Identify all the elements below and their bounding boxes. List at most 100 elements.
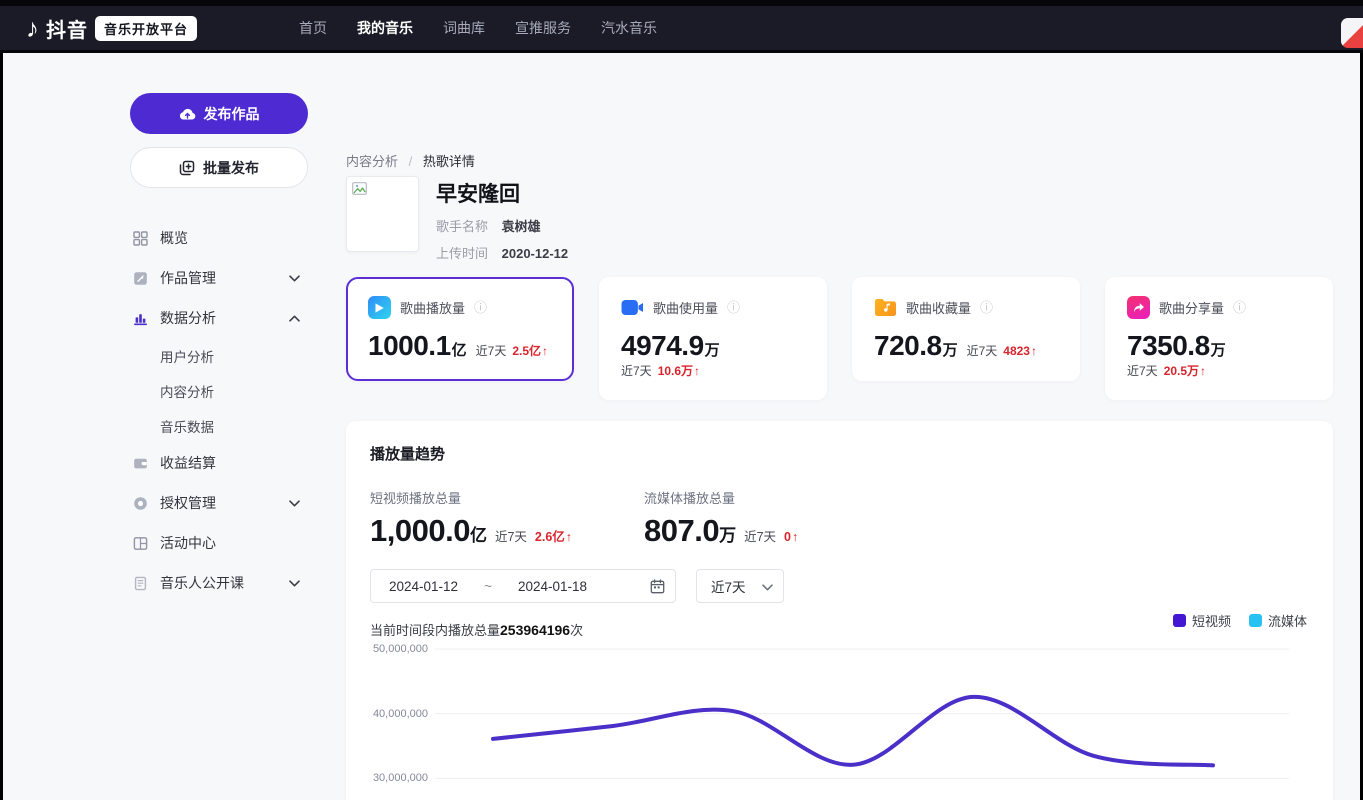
- stat-period: 近7天: [967, 342, 998, 359]
- stat-cards: 歌曲播放量 ⓘ 1000.1亿 近7天2.5亿 歌曲使用量: [346, 277, 1333, 400]
- info-icon[interactable]: ⓘ: [474, 301, 487, 314]
- page-content: 发布作品 批量发布: [3, 53, 1360, 800]
- sidebar-item-overview[interactable]: 概览: [130, 218, 312, 258]
- breadcrumb: 内容分析 / 热歌详情: [346, 151, 475, 170]
- legend-label: 短视频: [1192, 611, 1231, 630]
- breadcrumb-section[interactable]: 内容分析: [346, 154, 398, 169]
- nav-item-my-music[interactable]: 我的音乐: [357, 18, 413, 38]
- metric-unit: 亿: [470, 526, 487, 545]
- info-icon[interactable]: ⓘ: [980, 301, 993, 314]
- y-axis-tick: 40,000,000: [373, 708, 428, 720]
- stat-card-label: 歌曲分享量: [1159, 298, 1224, 317]
- arrow-up-icon: [565, 530, 572, 544]
- notification-icon[interactable]: [1341, 18, 1363, 48]
- stat-value: 4974.9: [621, 330, 704, 361]
- stat-delta: 10.6万: [658, 364, 693, 378]
- info-icon[interactable]: ⓘ: [1233, 301, 1246, 314]
- cloud-upload-icon: [179, 107, 196, 121]
- wallet-icon: [132, 455, 149, 472]
- metric-period: 近7天: [744, 526, 776, 545]
- artist-name: 袁树雄: [502, 219, 541, 234]
- legend-item-short-video[interactable]: 短视频: [1173, 611, 1231, 630]
- stat-value: 1000.1: [368, 330, 451, 361]
- stat-card-shares[interactable]: 歌曲分享量 ⓘ 7350.8万 近7天20.5万: [1105, 277, 1333, 400]
- y-axis-tick: 30,000,000: [373, 772, 428, 784]
- sidebar-item-license[interactable]: 授权管理: [130, 483, 312, 523]
- play-icon: [368, 296, 391, 319]
- logo[interactable]: ♪ 抖音 音乐开放平台: [26, 14, 197, 43]
- course-book-icon: [132, 575, 149, 592]
- sidebar-subitem-label: 音乐数据: [160, 416, 214, 436]
- sidebar-item-label: 音乐人公开课: [160, 573, 244, 593]
- arrow-up-icon: [1030, 344, 1037, 358]
- total-playback-line: 当前时间段内播放总量253964196次: [370, 620, 1309, 639]
- stat-unit: 亿: [452, 342, 467, 359]
- legend-swatch-streaming: [1249, 614, 1262, 627]
- folder-music-icon: [874, 296, 897, 319]
- sidebar-item-label: 数据分析: [160, 308, 216, 328]
- calendar-icon[interactable]: [650, 579, 665, 594]
- date-start[interactable]: 2024-01-12: [389, 579, 458, 594]
- publish-button[interactable]: 发布作品: [130, 93, 308, 134]
- share-icon: [1127, 296, 1150, 319]
- sidebar-item-works[interactable]: 作品管理: [130, 258, 312, 298]
- stat-card-plays[interactable]: 歌曲播放量 ⓘ 1000.1亿 近7天2.5亿: [346, 277, 574, 381]
- nav-item-home[interactable]: 首页: [299, 18, 327, 38]
- chevron-down-icon: [289, 275, 300, 282]
- stat-delta: 2.5亿: [512, 344, 541, 358]
- date-end[interactable]: 2024-01-18: [518, 579, 587, 594]
- chevron-up-icon: [289, 315, 300, 322]
- legend-item-streaming[interactable]: 流媒体: [1249, 611, 1307, 630]
- range-select-value: 近7天: [711, 576, 746, 596]
- sidebar-subitem-user-analysis[interactable]: 用户分析: [130, 338, 312, 373]
- date-separator: ~: [484, 579, 492, 594]
- grid-icon: [132, 230, 149, 247]
- range-select[interactable]: 近7天: [696, 569, 784, 603]
- sidebar-item-course[interactable]: 音乐人公开课: [130, 563, 312, 603]
- chart-line-short-video: [493, 697, 1213, 766]
- breadcrumb-separator: /: [409, 154, 413, 169]
- stat-delta: 20.5万: [1164, 364, 1199, 378]
- artist-label: 歌手名称: [436, 219, 488, 234]
- metric-short-video: 短视频播放总量 1,000.0亿 近7天 2.6亿: [370, 488, 644, 549]
- arrow-up-icon: [1199, 364, 1206, 378]
- sidebar: 发布作品 批量发布: [130, 93, 312, 603]
- info-icon[interactable]: ⓘ: [727, 301, 740, 314]
- nav-item-soda-music[interactable]: 汽水音乐: [601, 18, 657, 38]
- song-info: 早安隆回 歌手名称 袁树雄 上传时间 2020-12-12: [346, 176, 568, 262]
- date-range-picker[interactable]: 2024-01-12 ~ 2024-01-18: [370, 569, 676, 603]
- nav-item-song-library[interactable]: 词曲库: [443, 18, 485, 38]
- stat-unit: 万: [705, 342, 720, 359]
- arrow-up-icon: [791, 530, 798, 544]
- arrow-up-icon: [541, 344, 548, 358]
- stat-unit: 万: [1211, 342, 1226, 359]
- stat-card-favorites[interactable]: 歌曲收藏量 ⓘ 720.8万 近7天4823: [852, 277, 1080, 381]
- album-art: [346, 176, 419, 252]
- metric-period: 近7天: [495, 526, 527, 545]
- trend-chart: 50,000,00040,000,00030,000,00020,000,000: [370, 638, 1310, 800]
- sidebar-item-revenue[interactable]: 收益结算: [130, 443, 312, 483]
- top-navbar: ♪ 抖音 音乐开放平台 首页 我的音乐 词曲库 宣推服务 汽水音乐: [0, 0, 1363, 53]
- sidebar-item-activity[interactable]: 活动中心: [130, 523, 312, 563]
- metric-label: 短视频播放总量: [370, 488, 644, 507]
- stat-card-usage[interactable]: 歌曲使用量 ⓘ 4974.9万 近7天10.6万: [599, 277, 827, 400]
- stat-period: 近7天: [476, 342, 507, 359]
- publish-button-label: 发布作品: [204, 104, 260, 124]
- logo-badge: 音乐开放平台: [95, 16, 197, 41]
- trend-controls: 2024-01-12 ~ 2024-01-18 近7天: [370, 569, 1309, 603]
- nav-item-promotion[interactable]: 宣推服务: [515, 18, 571, 38]
- legend-swatch-short-video: [1173, 614, 1186, 627]
- chevron-down-icon: [289, 500, 300, 507]
- batch-publish-button[interactable]: 批量发布: [130, 147, 308, 188]
- activity-flag-icon: [132, 535, 149, 552]
- stat-value: 7350.8: [1127, 330, 1210, 361]
- sidebar-item-analytics[interactable]: 数据分析: [130, 298, 312, 338]
- sidebar-subitem-label: 用户分析: [160, 346, 214, 366]
- sidebar-subitem-music-data[interactable]: 音乐数据: [130, 408, 312, 443]
- sidebar-subitem-content-analysis[interactable]: 内容分析: [130, 373, 312, 408]
- song-artist-row: 歌手名称 袁树雄: [436, 216, 568, 235]
- upload-date: 2020-12-12: [502, 246, 569, 261]
- y-axis-labels: 50,000,00040,000,00030,000,00020,000,000: [370, 638, 428, 800]
- sidebar-menu: 概览 作品管理: [130, 218, 312, 603]
- stat-card-label: 歌曲收藏量: [906, 298, 971, 317]
